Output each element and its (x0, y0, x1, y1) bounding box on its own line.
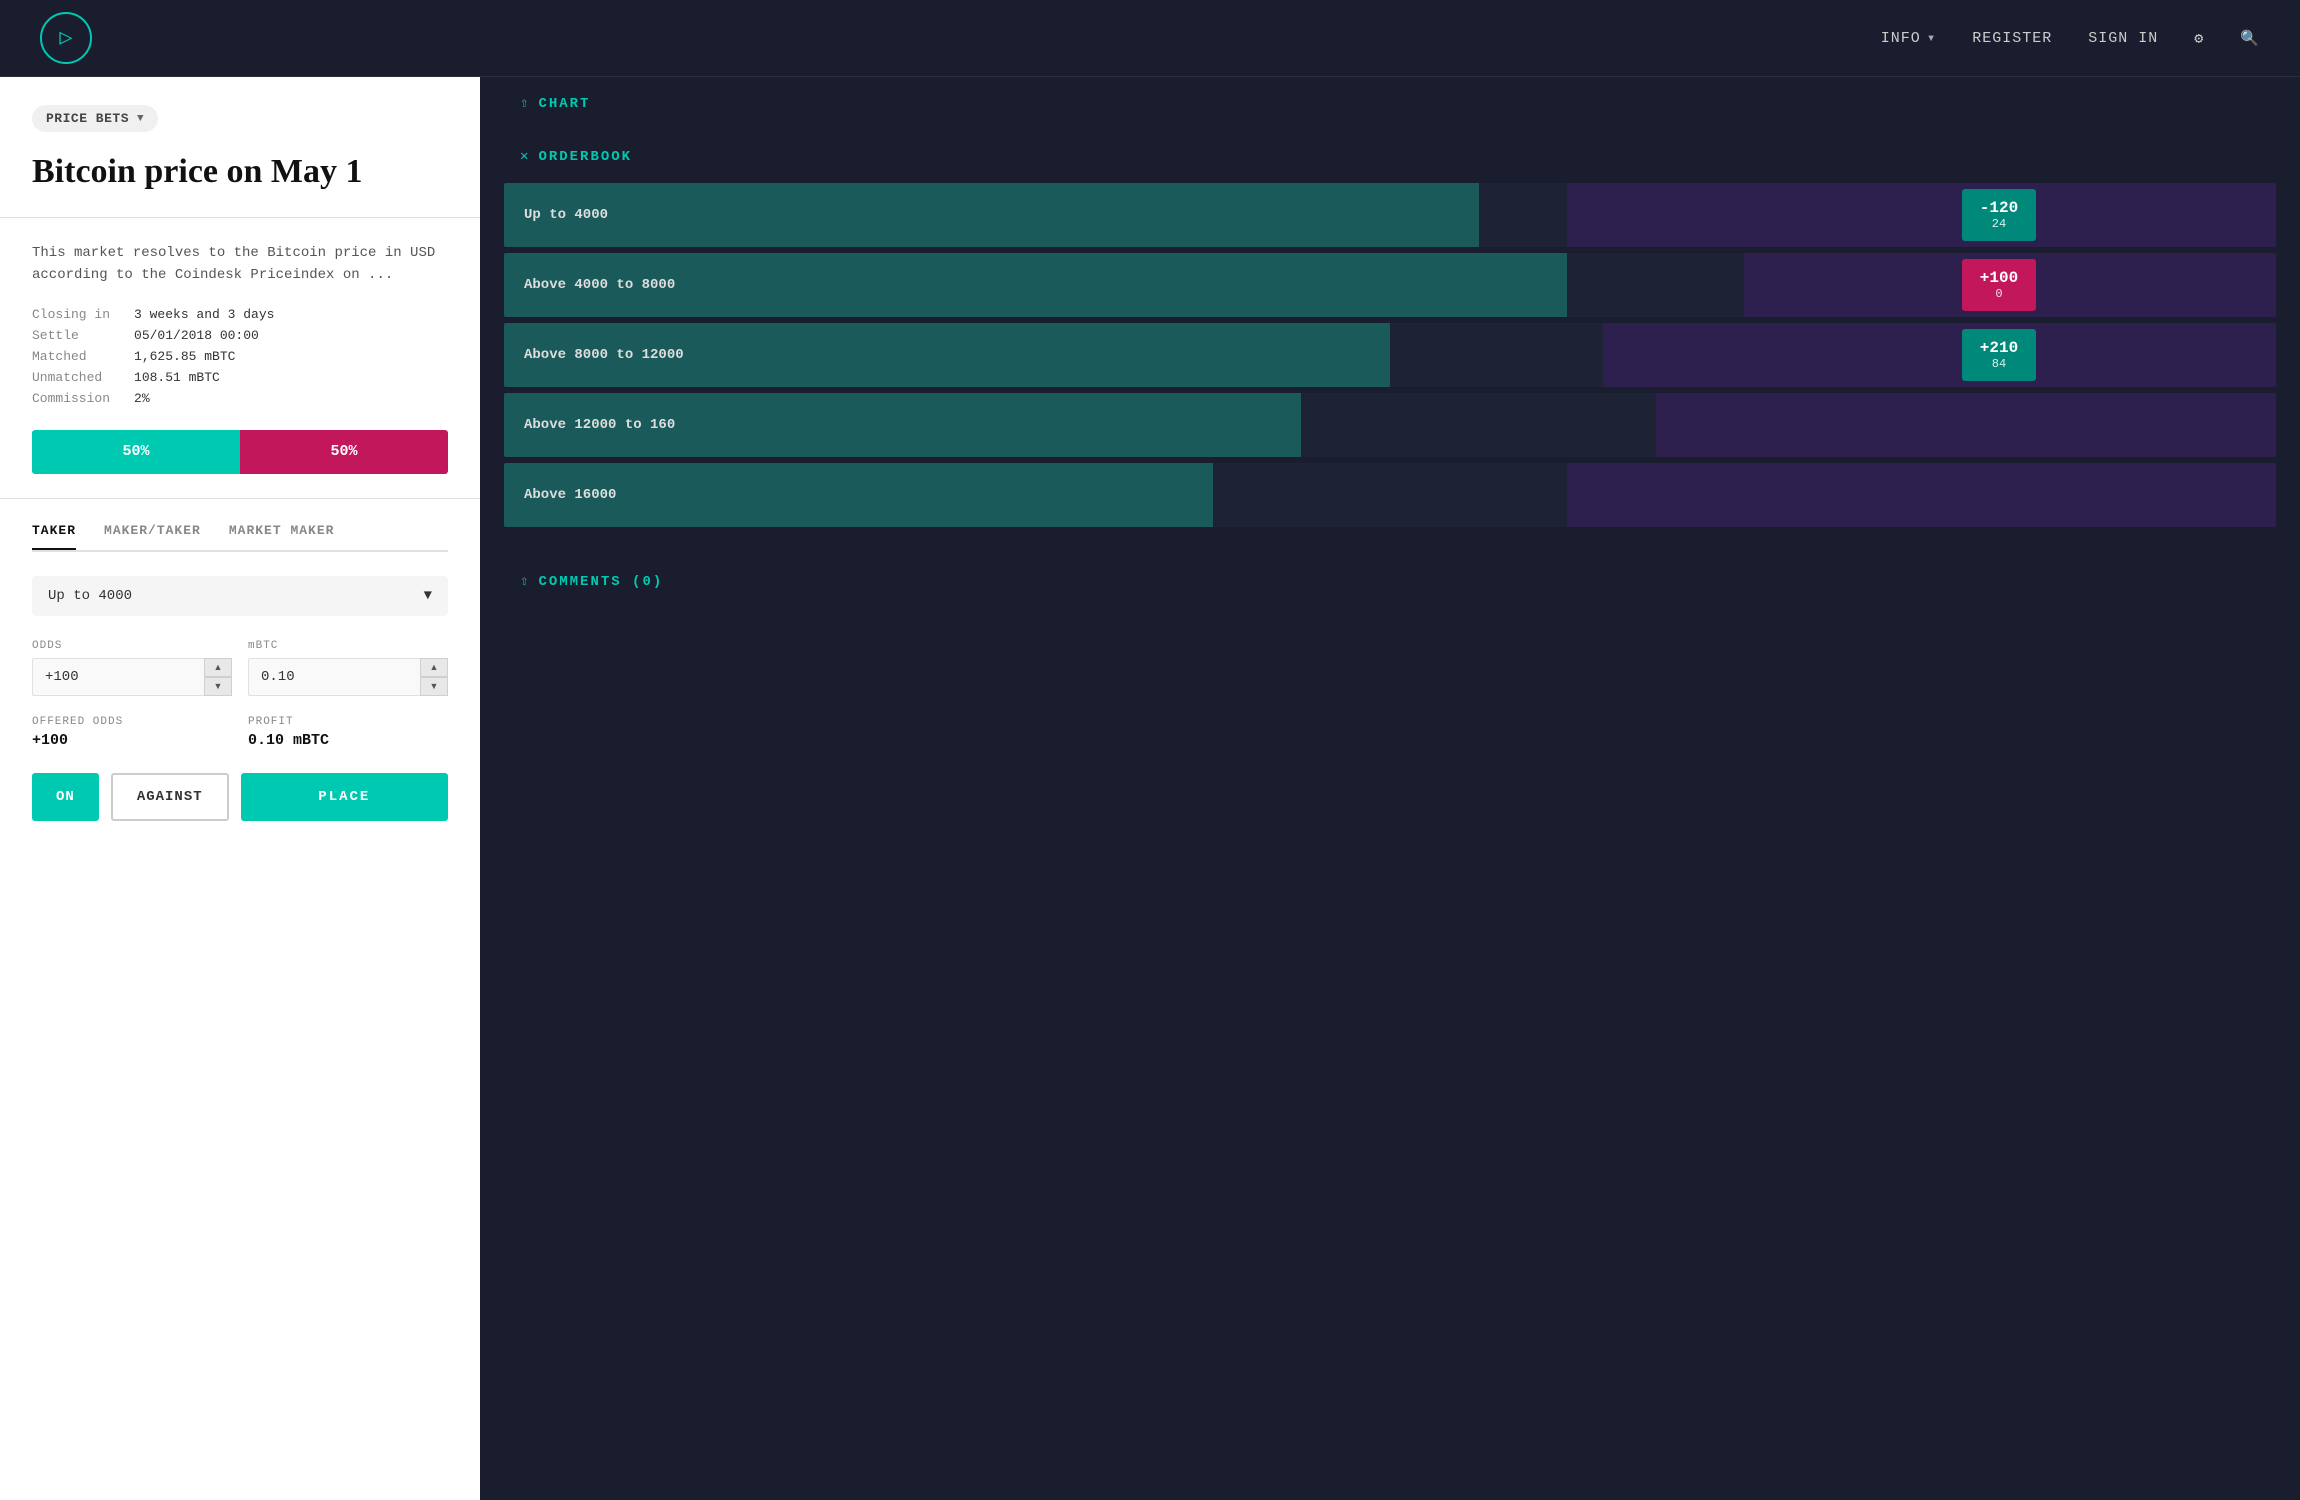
odds-down-button[interactable]: ▼ (204, 677, 232, 696)
place-button[interactable]: PLACE (241, 773, 448, 821)
comments-toggle-icon: ⇧ (520, 573, 528, 590)
settle-value: 05/01/2018 00:00 (134, 328, 448, 343)
nav-register[interactable]: REGISTER (1972, 30, 2052, 47)
profit-value: 0.10 mBTC (248, 732, 448, 749)
market-progress: 50% 50% (32, 430, 448, 474)
odds-input[interactable] (32, 658, 232, 696)
odds-input-wrap: ▲ ▼ (32, 658, 232, 696)
commission-value: 2% (134, 391, 448, 406)
settle-label: Settle (32, 328, 110, 343)
unmatched-label: Unmatched (32, 370, 110, 385)
nav-info[interactable]: INFO ▾ (1881, 30, 1936, 47)
order-label: Above 12000 to 160 (504, 417, 784, 433)
progress-no: 50% (240, 430, 448, 474)
chevron-down-icon: ▼ (137, 113, 144, 125)
odds-mbtc-row: ODDS ▲ ▼ mBTC ▲ ▼ (32, 640, 448, 696)
logo-icon: ▷ (59, 25, 72, 51)
navbar-right: INFO ▾ REGISTER SIGN IN ⚙ 🔍 (1881, 29, 2260, 48)
navbar: ▷ INFO ▾ REGISTER SIGN IN ⚙ 🔍 (0, 0, 2300, 77)
chevron-down-icon: ▼ (424, 588, 432, 604)
progress-yes: 50% (32, 430, 240, 474)
mbtc-field-group: mBTC ▲ ▼ (248, 640, 448, 696)
closing-value: 3 weeks and 3 days (134, 307, 448, 322)
offered-odds-group: OFFERED ODDS +100 (32, 716, 232, 749)
order-label: Up to 4000 (504, 207, 784, 223)
mbtc-up-button[interactable]: ▲ (420, 658, 448, 677)
order-label: Above 8000 to 12000 (504, 347, 784, 363)
tab-maker-taker[interactable]: MAKER/TAKER (104, 523, 201, 550)
tabs-row: TAKER MAKER/TAKER MARKET MAKER (32, 523, 448, 552)
order-label: Above 4000 to 8000 (504, 277, 784, 293)
market-details: Closing in 3 weeks and 3 days Settle 05/… (32, 307, 448, 406)
order-row[interactable]: Above 12000 to 160 (504, 393, 2276, 457)
profit-label: PROFIT (248, 716, 448, 728)
betting-form: TAKER MAKER/TAKER MARKET MAKER Up to 400… (0, 499, 480, 1500)
orderbook-section-header[interactable]: ✕ ORDERBOOK (480, 130, 2300, 183)
tab-taker[interactable]: TAKER (32, 523, 76, 550)
order-badge[interactable]: -12024 (1962, 189, 2036, 241)
odds-field-group: ODDS ▲ ▼ (32, 640, 232, 696)
mbtc-down-button[interactable]: ▼ (420, 677, 448, 696)
price-bets-dropdown[interactable]: PRICE BETS ▼ (32, 105, 158, 132)
market-header: PRICE BETS ▼ Bitcoin price on May 1 (0, 77, 480, 218)
order-badge-wrap: +1000 (1962, 259, 2036, 311)
main-layout: PRICE BETS ▼ Bitcoin price on May 1 This… (0, 77, 2300, 1500)
mbtc-input[interactable] (248, 658, 448, 696)
right-panel: ⇧ CHART ✕ ORDERBOOK Up to 4000 -12024 Abov… (480, 77, 2300, 1500)
chart-section-title: CHART (538, 96, 590, 112)
on-button[interactable]: ON (32, 773, 99, 821)
chart-toggle-icon: ⇧ (520, 95, 528, 112)
mbtc-input-wrap: ▲ ▼ (248, 658, 448, 696)
nav-signin[interactable]: SIGN IN (2088, 30, 2158, 47)
left-panel: PRICE BETS ▼ Bitcoin price on May 1 This… (0, 77, 480, 1500)
orderbook-section-title: ORDERBOOK (538, 149, 632, 165)
commission-label: Commission (32, 391, 110, 406)
logo[interactable]: ▷ (40, 12, 92, 64)
outcome-select[interactable]: Up to 4000 ▼ (32, 576, 448, 616)
odds-up-button[interactable]: ▲ (204, 658, 232, 677)
order-badge-wrap: +21084 (1962, 329, 2036, 381)
closing-label: Closing in (32, 307, 110, 322)
matched-value: 1,625.85 mBTC (134, 349, 448, 364)
chart-section-header[interactable]: ⇧ CHART (480, 77, 2300, 130)
orderbook-container: Up to 4000-12024Above 4000 to 8000+1000A… (480, 183, 2300, 557)
order-row[interactable]: Above 8000 to 12000 +21084 (504, 323, 2276, 387)
against-button[interactable]: AGAINST (111, 773, 229, 821)
orderbook-toggle-icon: ✕ (520, 148, 528, 165)
order-row[interactable]: Above 4000 to 8000 +1000 (504, 253, 2276, 317)
profit-group: PROFIT 0.10 mBTC (248, 716, 448, 749)
market-title: Bitcoin price on May 1 (32, 152, 448, 193)
order-badge[interactable]: +21084 (1962, 329, 2036, 381)
odds-stepper: ▲ ▼ (204, 658, 232, 696)
unmatched-value: 108.51 mBTC (134, 370, 448, 385)
market-info-section: This market resolves to the Bitcoin pric… (0, 218, 480, 499)
search-icon[interactable]: 🔍 (2240, 29, 2260, 48)
order-row[interactable]: Up to 4000 -12024 (504, 183, 2276, 247)
mbtc-label: mBTC (248, 640, 448, 652)
outcome-select-row: Up to 4000 ▼ (32, 576, 448, 616)
market-description: This market resolves to the Bitcoin pric… (32, 242, 448, 287)
comments-section-title: COMMENTS (0) (538, 574, 663, 590)
tab-market-maker[interactable]: MARKET MAKER (229, 523, 335, 550)
order-badge-wrap: -12024 (1962, 189, 2036, 241)
mbtc-stepper: ▲ ▼ (420, 658, 448, 696)
settings-icon[interactable]: ⚙ (2194, 29, 2204, 48)
order-badge[interactable]: +1000 (1962, 259, 2036, 311)
action-row: ON AGAINST PLACE (32, 773, 448, 821)
comments-section-header[interactable]: ⇧ COMMENTS (0) (480, 557, 2300, 606)
order-row[interactable]: Above 16000 (504, 463, 2276, 527)
offered-odds-value: +100 (32, 732, 232, 749)
offered-row: OFFERED ODDS +100 PROFIT 0.10 mBTC (32, 716, 448, 749)
odds-label: ODDS (32, 640, 232, 652)
order-label: Above 16000 (504, 487, 784, 503)
offered-odds-label: OFFERED ODDS (32, 716, 232, 728)
matched-label: Matched (32, 349, 110, 364)
chevron-down-icon: ▾ (1927, 30, 1936, 47)
